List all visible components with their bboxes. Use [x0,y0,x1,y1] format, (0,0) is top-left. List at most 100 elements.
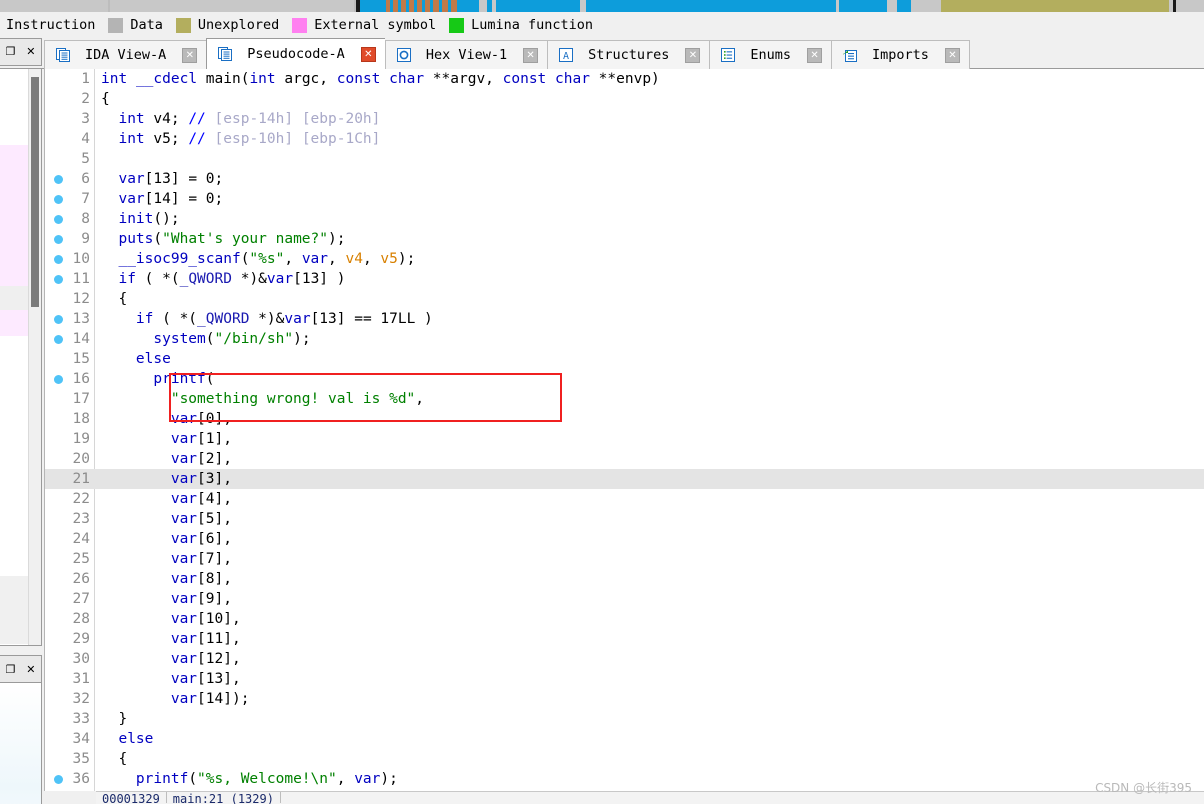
code-token: [13] == [310,311,381,327]
code-line[interactable]: 3 int v4; // [esp-14h] [ebp-20h] [45,109,1204,129]
tab-close-icon[interactable]: ✕ [944,47,960,63]
functions-list-row-1[interactable] [0,145,28,286]
code-text: init(); [101,209,179,229]
code-token: var [118,191,145,207]
code-line[interactable]: 15 else [45,349,1204,369]
tab-label: Imports [872,47,929,63]
code-line[interactable]: 12 { [45,289,1204,309]
navigator-segment-5[interactable] [360,0,386,12]
code-line[interactable]: 31 var[13], [45,669,1204,689]
code-line[interactable]: 6 var[13] = 0; [45,169,1204,189]
code-text: var[12], [101,649,241,669]
code-token: v5; [144,131,189,147]
output-panel[interactable] [0,683,42,804]
tab-close-icon[interactable]: ✕ [685,47,701,63]
functions-list-row-3[interactable] [0,310,28,336]
code-line[interactable]: 19 var[1], [45,429,1204,449]
code-line[interactable]: 13 if ( *(_QWORD *)&var[13] == 17LL ) [45,309,1204,329]
code-token: else [135,351,171,367]
code-line[interactable]: 11 if ( *(_QWORD *)&var[13] ) [45,269,1204,289]
code-line[interactable]: 1 int __cdecl main(int argc, const char *… [45,69,1204,89]
navigator-segment-34[interactable] [911,0,941,12]
close-icon[interactable]: ✕ [26,46,35,58]
code-line[interactable]: 16 printf( [45,369,1204,389]
code-token: [3], [197,471,232,487]
pseudocode-view[interactable]: 1 int __cdecl main(int argc, const char *… [44,69,1204,791]
code-line[interactable]: 27 var[9], [45,589,1204,609]
code-text: if ( *(_QWORD *)&var[13] ) [101,269,345,289]
close-icon[interactable]: ✕ [26,663,35,676]
navigator-band[interactable] [0,0,1204,12]
code-line[interactable]: 10 __isoc99_scanf("%s", var, v4, v5); [45,249,1204,269]
code-line[interactable]: 23 var[5], [45,509,1204,529]
restore-icon[interactable]: ❐ [5,663,15,676]
code-token: _QWORD [197,311,250,327]
functions-list-row-2[interactable] [0,286,28,310]
code-line[interactable]: 35 { [45,749,1204,769]
tab-structures[interactable]: A Structures ✕ [547,40,710,69]
tab-pseudocode-a[interactable]: Pseudocode-A ✕ [206,38,385,69]
code-line[interactable]: 24 var[6], [45,529,1204,549]
code-line[interactable]: 28 var[10], [45,609,1204,629]
code-line[interactable]: 32 var[14]); [45,689,1204,709]
code-line[interactable]: 7 var[14] = 0; [45,189,1204,209]
navigator-segment-29[interactable] [586,0,836,12]
code-line[interactable]: 4 int v5; // [esp-10h] [ebp-1Ch] [45,129,1204,149]
code-line[interactable]: 20 var[2], [45,449,1204,469]
code-line[interactable]: 8 init(); [45,209,1204,229]
code-line[interactable]: 17 "something wrong! val is %d", [45,389,1204,409]
functions-list-panel[interactable] [0,69,42,646]
functions-list-row-4[interactable] [0,336,28,576]
tab-enums[interactable]: Enums ✕ [709,40,832,69]
navigator-segment-27[interactable] [496,0,580,12]
navigator-segment-23[interactable] [457,0,479,12]
functions-scrollbar-track[interactable] [28,69,41,645]
tab-close-icon[interactable]: ✕ [523,47,539,63]
code-token: *)& [231,271,267,287]
tab-ida-view-a[interactable]: IDA View-A ✕ [44,40,207,69]
functions-list-row-0[interactable] [0,69,28,145]
tab-close-icon[interactable]: ✕ [360,46,376,62]
navigator-segment-35[interactable] [941,0,1169,12]
functions-panel-titlebar[interactable]: ❐ ✕ [0,38,42,66]
navigator-segment-24[interactable] [479,0,487,12]
legend-swatch-icon [449,17,465,33]
code-line[interactable]: 36 printf("%s, Welcome!\n", var); [45,769,1204,789]
line-number: 3 [81,111,90,127]
navigator-segment-32[interactable] [887,0,897,12]
tab-hex-view-1[interactable]: Hex View-1 ✕ [384,40,548,69]
code-line[interactable]: 22 var[4], [45,489,1204,509]
code-line[interactable]: 26 var[8], [45,569,1204,589]
line-number: 26 [72,571,90,587]
navigator-segment-38[interactable] [1176,0,1202,12]
code-text: var[5], [101,509,232,529]
output-panel-titlebar[interactable]: ❐ ✕ [0,655,42,683]
code-text: __isoc99_scanf("%s", var, v4, v5); [101,249,415,269]
code-token: _QWORD [179,271,232,287]
code-line[interactable]: 33 } [45,709,1204,729]
tab-label: Structures [588,47,670,63]
functions-scrollbar-thumb[interactable] [31,77,39,307]
code-line[interactable]: 18 var[0], [45,409,1204,429]
code-line[interactable]: 29 var[11], [45,629,1204,649]
code-line[interactable]: 5 [45,149,1204,169]
code-line[interactable]: 25 var[7], [45,549,1204,569]
restore-icon[interactable]: ❐ [5,46,15,58]
code-line[interactable]: 14 system("/bin/sh"); [45,329,1204,349]
tab-close-icon[interactable]: ✕ [807,47,823,63]
code-line[interactable]: 34 else [45,729,1204,749]
code-token: var [170,571,198,587]
code-token: *)& [249,311,285,327]
navigator-segment-33[interactable] [897,0,911,12]
code-line[interactable]: 21 var[3], [45,469,1204,489]
code-line[interactable]: 30 var[12], [45,649,1204,669]
code-line[interactable]: 9 puts("What's your name?"); [45,229,1204,249]
navigator-segment-31[interactable] [839,0,887,12]
tab-label: IDA View-A [85,47,167,63]
functions-list-row-5[interactable] [0,576,28,644]
navigator-segment-0[interactable] [0,0,108,12]
tab-close-icon[interactable]: ✕ [182,47,198,63]
code-line[interactable]: 2{ [45,89,1204,109]
navigator-segment-2[interactable] [110,0,354,12]
tab-imports[interactable]: Imports ✕ [831,40,970,69]
